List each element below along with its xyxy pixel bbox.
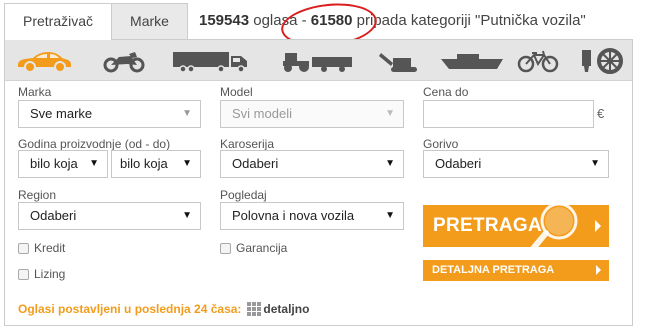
model-select[interactable]: Svi modeli ▼ (220, 100, 404, 128)
kredit-checkbox[interactable]: Kredit (18, 241, 65, 255)
grid-icon (247, 302, 262, 316)
lizing-label: Lizing (34, 267, 66, 281)
category-bar (5, 40, 632, 81)
garancija-label: Garancija (236, 241, 288, 255)
recent-ads-footer: Oglasi postavljeni u poslednja 24 časa: … (18, 302, 309, 316)
gorivo-select[interactable]: Odaberi ▼ (423, 150, 609, 178)
chevron-down-icon: ▼ (89, 158, 99, 169)
godina-from-select[interactable]: bilo koja ▼ (18, 150, 108, 178)
search-widget: Pretraživač Marke 159543 oglasa - 61580 … (0, 0, 646, 333)
checkbox-box (18, 268, 29, 280)
karoserija-select[interactable]: Odaberi ▼ (220, 150, 404, 178)
karoserija-value: Odaberi (232, 156, 279, 171)
truck-icon (173, 51, 247, 73)
cena-label: Cena do (423, 85, 469, 99)
godina-to-value: bilo koja (120, 156, 168, 171)
cena-input[interactable] (423, 100, 594, 128)
detailed-search-label: DETALJNA PRETRAGA (432, 264, 555, 276)
pogledaj-value: Polovna i nova vozila (232, 208, 355, 223)
category-boats[interactable] (436, 40, 508, 81)
recent-ads-label: Oglasi postavljeni u poslednja 24 časa: (18, 302, 242, 316)
detaljno-link[interactable]: detaljno (263, 302, 309, 316)
chevron-down-icon: ▼ (385, 158, 395, 169)
chevron-down-icon: ▼ (385, 108, 395, 119)
marka-value: Sve marke (30, 106, 93, 121)
kredit-label: Kredit (34, 241, 66, 255)
boat-icon (441, 53, 503, 69)
model-label: Model (220, 85, 253, 99)
search-button[interactable]: PRETRAGA (423, 205, 609, 247)
category-motorcycles[interactable] (99, 40, 149, 81)
summary-text-1: oglasa - (249, 12, 311, 29)
region-label: Region (18, 188, 57, 202)
arrow-right-icon (595, 220, 601, 232)
motorcycle-icon (103, 51, 145, 72)
parts-icon (582, 47, 623, 74)
godina-label: Godina proizvodnje (od - do) (18, 137, 171, 151)
garancija-checkbox[interactable]: Garancija (220, 241, 287, 255)
godina-from-value: bilo koja (30, 156, 78, 171)
category-construction[interactable] (374, 40, 424, 81)
pogledaj-select[interactable]: Polovna i nova vozila ▼ (220, 202, 404, 230)
gorivo-value: Odaberi (435, 156, 482, 171)
chevron-down-icon: ▼ (590, 158, 600, 169)
car-icon (18, 51, 71, 73)
tractor-icon (283, 52, 352, 72)
pogledaj-label: Pogledaj (220, 188, 267, 202)
marka-select[interactable]: Sve marke ▼ (18, 100, 201, 128)
ads-summary: 159543 oglasa - 61580 pripada kategoriji… (199, 12, 586, 29)
checkbox-box (18, 242, 29, 254)
region-select[interactable]: Odaberi ▼ (18, 202, 201, 230)
checkbox-box (220, 242, 231, 254)
lizing-checkbox[interactable]: Lizing (18, 267, 65, 281)
model-value: Svi modeli (232, 106, 292, 121)
region-value: Odaberi (30, 208, 77, 223)
search-tabs: Pretraživač Marke (4, 3, 188, 40)
tab-pretrazivac[interactable]: Pretraživač (4, 3, 113, 40)
magnifier-icon (530, 205, 578, 247)
chevron-down-icon: ▼ (182, 158, 192, 169)
bicycle-icon (517, 50, 559, 72)
godina-to-select[interactable]: bilo koja ▼ (111, 150, 201, 178)
category-trucks[interactable] (168, 40, 254, 81)
currency-label: € (597, 106, 605, 121)
total-ads-count: 159543 (199, 12, 250, 29)
chevron-down-icon: ▼ (182, 210, 192, 221)
marka-label: Marka (18, 85, 52, 99)
category-parts[interactable] (574, 40, 628, 81)
category-cars[interactable] (11, 40, 77, 81)
chevron-down-icon: ▼ (182, 108, 192, 119)
tab-marke[interactable]: Marke (111, 3, 188, 39)
arrow-right-icon (596, 265, 601, 275)
search-panel: Marka Sve marke ▼ Godina proizvodnje (od … (4, 39, 633, 326)
chevron-down-icon: ▼ (385, 210, 395, 221)
karoserija-label: Karoserija (220, 137, 275, 151)
category-ads-count: 61580 (310, 12, 353, 29)
summary-text-2: pripada kategoriji "Putnička vozila" (352, 12, 586, 29)
category-agriculture[interactable] (278, 40, 358, 81)
category-bicycles[interactable] (513, 40, 563, 81)
detailed-search-button[interactable]: DETALJNA PRETRAGA (423, 260, 609, 281)
excavator-icon (379, 52, 417, 72)
gorivo-label: Gorivo (423, 137, 459, 151)
